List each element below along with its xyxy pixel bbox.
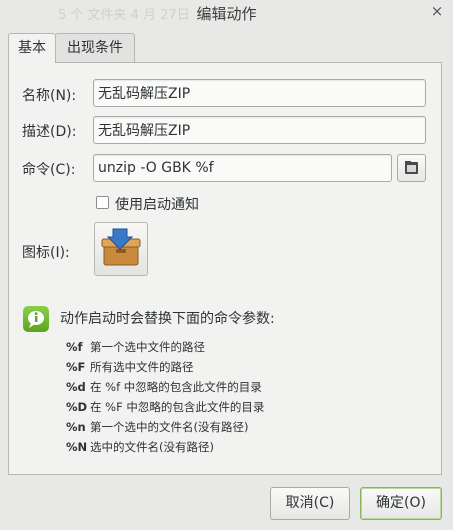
hint-row: %f 第一个选中文件的路径 bbox=[66, 339, 205, 355]
hint-desc: 所有选中文件的路径 bbox=[90, 360, 194, 374]
command-field[interactable] bbox=[93, 154, 392, 182]
close-icon[interactable]: × bbox=[428, 2, 446, 20]
icon-label: 图标(I): bbox=[22, 245, 70, 261]
hint-row: %F 所有选中文件的路径 bbox=[66, 359, 194, 375]
hint-code: %n bbox=[66, 420, 86, 434]
ok-button[interactable]: 确定(O) bbox=[360, 487, 442, 520]
tab-conditions[interactable]: 出现条件 bbox=[55, 33, 135, 62]
cancel-button[interactable]: 取消(C) bbox=[270, 487, 350, 520]
hint-code: %d bbox=[66, 380, 86, 394]
hint-row: %d 在 %f 中忽略的包含此文件的目录 bbox=[66, 379, 262, 395]
tab-basic[interactable]: 基本 bbox=[8, 33, 56, 63]
hint-desc: 选中的文件名(没有路径) bbox=[90, 440, 214, 454]
title-bar: 5 个 文件夹 4 月 27日 编辑动作 × bbox=[0, 0, 453, 26]
info-icon bbox=[23, 306, 49, 332]
command-label: 命令(C): bbox=[22, 162, 76, 178]
hint-desc: 在 %F 中忽略的包含此文件的目录 bbox=[90, 400, 265, 414]
hint-desc: 在 %f 中忽略的包含此文件的目录 bbox=[90, 380, 262, 394]
icon-picker-button[interactable] bbox=[94, 222, 148, 276]
dialog-title: 编辑动作 bbox=[196, 5, 257, 23]
hint-code: %N bbox=[66, 440, 88, 454]
folder-open-icon bbox=[405, 161, 418, 174]
name-label: 名称(N): bbox=[22, 88, 77, 104]
description-label: 描述(D): bbox=[22, 124, 77, 140]
hint-code: %f bbox=[66, 340, 83, 354]
hint-code: %D bbox=[66, 400, 88, 414]
name-field[interactable] bbox=[93, 79, 426, 107]
hint-code: %F bbox=[66, 360, 86, 374]
hint-row: %D 在 %F 中忽略的包含此文件的目录 bbox=[66, 399, 264, 415]
notify-label: 使用启动通知 bbox=[115, 197, 199, 213]
description-field[interactable] bbox=[93, 116, 426, 144]
browse-button[interactable] bbox=[397, 154, 426, 182]
archive-extract-icon bbox=[101, 228, 141, 266]
hint-desc: 第一个选中的文件名(没有路径) bbox=[90, 420, 249, 434]
hint-row: %n 第一个选中的文件名(没有路径) bbox=[66, 419, 248, 435]
notify-checkbox[interactable] bbox=[96, 196, 109, 209]
hint-desc: 第一个选中文件的路径 bbox=[90, 340, 205, 354]
hint-title: 动作启动时会替换下面的命令参数: bbox=[60, 311, 275, 327]
hint-row: %N 选中的文件名(没有路径) bbox=[66, 439, 214, 455]
